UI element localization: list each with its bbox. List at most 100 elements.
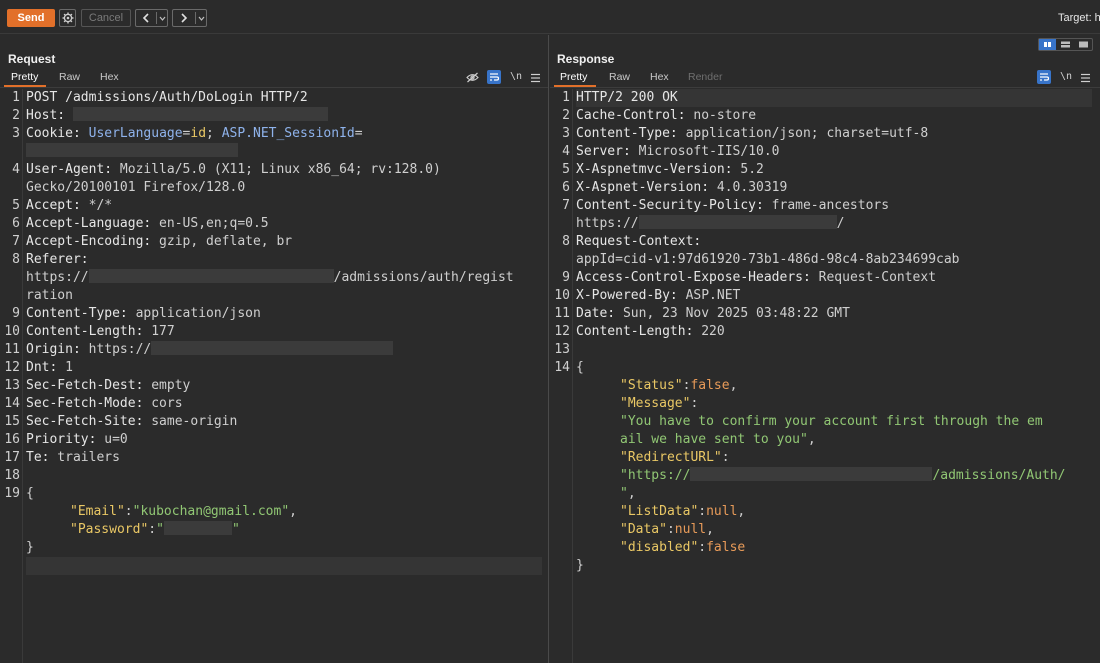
response-line: Content-Type: application/json; charset=… (576, 126, 929, 141)
forward-dropdown-button[interactable] (196, 10, 207, 26)
response-line: "ListData":null, (620, 504, 746, 519)
tab-render[interactable]: Render (688, 71, 722, 83)
request-line: Content-Length: 177 (26, 324, 175, 339)
response-line: "Status":false, (620, 378, 738, 393)
chevron-right-icon (181, 13, 188, 23)
chevron-down-icon (159, 16, 166, 21)
history-forward-group (172, 9, 207, 27)
response-line: "You have to confirm your account first … (620, 414, 1043, 429)
request-gutter: 1 2 3 4 5 6 7 8 9 10 11 12 13 14 15 16 1… (4, 90, 20, 501)
target-label[interactable]: Target: h (1058, 12, 1100, 24)
request-line (26, 143, 238, 161)
response-line: "Data":null, (620, 522, 714, 537)
send-button[interactable]: Send (7, 9, 55, 27)
response-line: "disabled":false (620, 540, 746, 555)
request-line: } (26, 540, 34, 555)
request-line: "Password":" " (70, 521, 240, 537)
settings-button[interactable] (59, 9, 76, 27)
request-line: Accept-Encoding: gzip, deflate, br (26, 234, 293, 249)
request-line: Gecko/20100101 Firefox/128.0 (26, 180, 246, 195)
request-line: Origin: https:// (26, 341, 394, 359)
response-pane: Response Pretty Raw Hex Render \n 1 2 3 … (550, 35, 1100, 663)
request-editor[interactable]: 1 2 3 4 5 6 7 8 9 10 11 12 13 14 15 16 1… (0, 89, 548, 663)
forward-button[interactable] (173, 10, 195, 26)
newline-icon[interactable]: \n (1060, 71, 1072, 82)
request-line: Te: trailers (26, 450, 120, 465)
wrap-icon (1040, 73, 1050, 81)
back-dropdown-button[interactable] (157, 10, 168, 26)
response-line: Date: Sun, 23 Nov 2025 03:48:22 GMT (576, 306, 850, 321)
response-code[interactable]: HTTP/2 200 OK Cache-Control: no-store Co… (576, 89, 1094, 663)
request-line: Accept-Language: en-US,en;q=0.5 (26, 216, 269, 231)
response-line: HTTP/2 200 OK (576, 90, 678, 105)
response-line: Access-Control-Expose-Headers: Request-C… (576, 270, 937, 285)
request-line: Dnt: 1 (26, 360, 73, 375)
layout-toggle-group (1038, 38, 1093, 51)
tab-raw[interactable]: Raw (59, 71, 80, 83)
response-line: Content-Security-Policy: frame-ancestors (576, 198, 890, 213)
back-button[interactable] (136, 10, 156, 26)
layout-split-horizontal-button[interactable] (1039, 39, 1056, 50)
request-line: POST /admissions/Auth/DoLogin HTTP/2 (26, 90, 308, 105)
response-line: } (576, 558, 584, 573)
response-line: Cache-Control: no-store (576, 108, 757, 123)
layout-single-icon (1079, 41, 1088, 48)
response-gutter: 1 2 3 4 5 6 7 8 9 10 11 12 13 14 (554, 90, 570, 375)
wrap-toggle-button[interactable] (1037, 70, 1051, 84)
tab-pretty[interactable]: Pretty (11, 71, 38, 83)
layout-tabs-button[interactable] (1075, 39, 1092, 50)
tab-pretty[interactable]: Pretty (560, 71, 587, 83)
redacted-block (163, 521, 232, 535)
menu-icon[interactable] (1080, 73, 1091, 83)
request-line: Sec-Fetch-Dest: empty (26, 378, 191, 393)
response-line: https:/// (576, 215, 845, 231)
response-line: "https:///admissions/Auth/ (620, 467, 1066, 483)
menu-icon[interactable] (530, 73, 541, 83)
redacted-block (151, 341, 394, 355)
request-line: Priority: u=0 (26, 432, 128, 447)
request-line: { (26, 486, 34, 501)
request-line: Sec-Fetch-Site: same-origin (26, 414, 238, 429)
response-line: "RedirectURL": (620, 450, 730, 465)
eye-off-icon[interactable] (466, 72, 479, 83)
toolbar: Send Cancel Target: h (0, 0, 1100, 34)
cancel-button[interactable]: Cancel (81, 9, 131, 27)
redacted-block (88, 269, 334, 283)
request-code[interactable]: POST /admissions/Auth/DoLogin HTTP/2 Hos… (26, 89, 542, 663)
response-line: Server: Microsoft-IIS/10.0 (576, 144, 780, 159)
tab-hex[interactable]: Hex (650, 71, 669, 83)
tab-hex[interactable]: Hex (100, 71, 119, 83)
tab-raw[interactable]: Raw (609, 71, 630, 83)
response-line: Request-Context: (576, 234, 702, 249)
request-title: Request (8, 52, 56, 66)
request-line: Referer: (26, 252, 89, 267)
request-line: Sec-Fetch-Mode: cors (26, 396, 183, 411)
wrap-icon (490, 73, 500, 81)
response-line: ", (620, 486, 636, 501)
request-pane: Request Pretty Raw Hex \n 1 2 3 4 5 6 7 … (0, 35, 549, 663)
chevron-left-icon (142, 13, 149, 23)
response-line: { (576, 360, 584, 375)
cursor-line-highlight (26, 557, 542, 575)
response-line: ail we have sent to you", (620, 432, 816, 447)
request-line: Content-Type: application/json (26, 306, 261, 321)
response-editor[interactable]: 1 2 3 4 5 6 7 8 9 10 11 12 13 14 HTTP/2 … (550, 89, 1100, 663)
wrap-toggle-button[interactable] (487, 70, 501, 84)
redacted-block (72, 107, 328, 121)
request-line: Host: (26, 107, 328, 125)
gear-icon (62, 12, 74, 24)
response-line: "Message": (620, 396, 699, 411)
response-line: Content-Length: 220 (576, 324, 725, 339)
request-line: ration (26, 288, 73, 303)
request-line: Accept: */* (26, 198, 113, 213)
response-line: appId=cid-v1:97d61920-73b1-486d-98c4-8ab… (576, 252, 960, 267)
newline-icon[interactable]: \n (510, 71, 522, 82)
response-line: X-Powered-By: ASP.NET (576, 288, 741, 303)
response-line: X-Aspnet-Version: 4.0.30319 (576, 180, 788, 195)
layout-split-vertical-button[interactable] (1057, 39, 1074, 50)
response-line: X-Aspnetmvc-Version: 5.2 (576, 162, 764, 177)
redacted-block (638, 215, 837, 229)
redacted-block (26, 143, 238, 157)
redacted-block (690, 467, 933, 481)
request-line: https:///admissions/auth/regist (26, 269, 514, 285)
